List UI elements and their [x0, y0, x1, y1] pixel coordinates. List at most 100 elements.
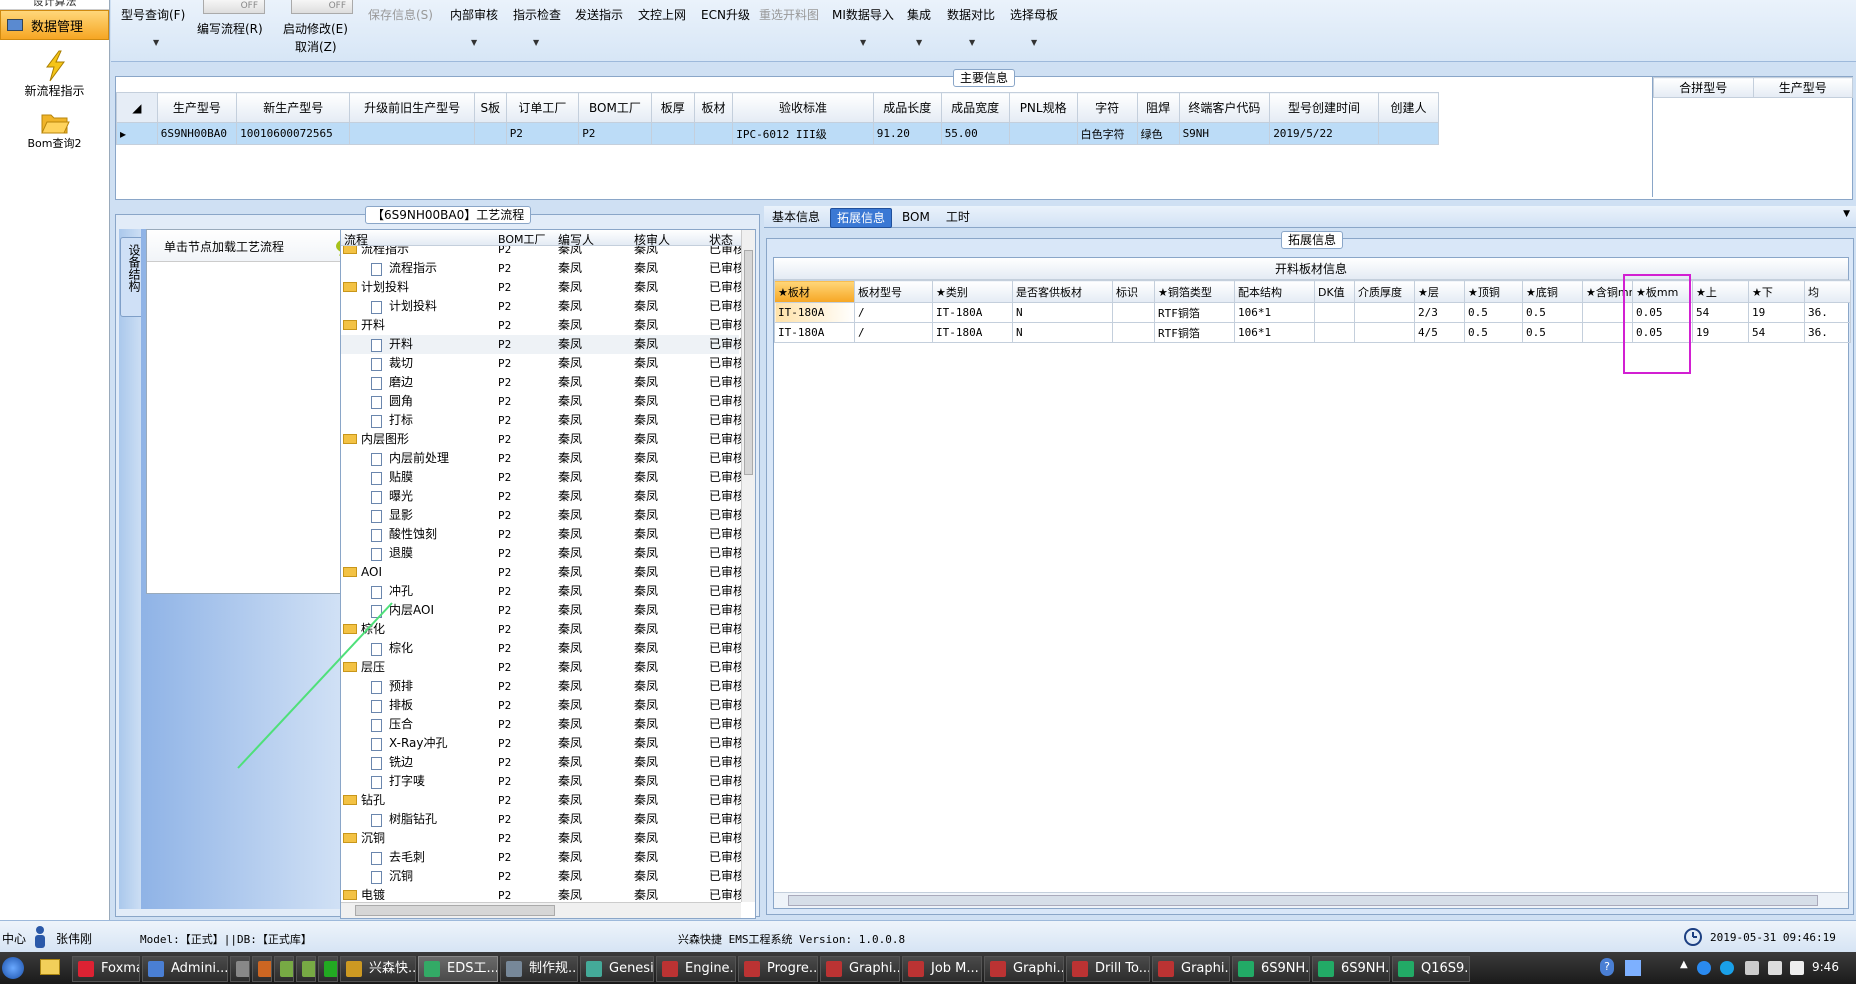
taskbar-item[interactable]: Q16S9... — [1392, 956, 1470, 982]
main-info-cell[interactable]: IPC-6012 III级 — [732, 122, 874, 145]
main-info-col-header[interactable]: BOM工厂 — [578, 92, 652, 123]
main-info-col-header[interactable]: 板材 — [693, 92, 734, 123]
main-info-cell[interactable]: 白色字符 — [1076, 122, 1138, 145]
ext-cell[interactable]: IT-180A — [932, 302, 1013, 323]
ecn-upgrade-button[interactable]: ECN升级 — [701, 6, 750, 23]
tree-vscrollbar[interactable] — [741, 230, 755, 902]
chevron-down-icon[interactable]: ▼ — [1843, 209, 1850, 219]
main-info-cell[interactable]: 6S9NH00BA0 — [156, 122, 238, 145]
main-info-col-header[interactable]: 新生产型号 — [236, 92, 351, 123]
main-info-cell[interactable] — [1377, 122, 1440, 145]
tree-row[interactable]: 计划投料 P2 秦凤 秦凤 已审核 — [341, 278, 741, 297]
model-query-button[interactable]: 型号查询(F) — [121, 6, 185, 23]
ext-cell[interactable]: 0.5 — [1522, 322, 1583, 343]
help-icon[interactable]: ? — [1600, 958, 1614, 976]
tree-row[interactable]: 冲孔 P2 秦凤 秦凤 已审核 — [341, 582, 741, 601]
tree-row[interactable]: 贴膜 P2 秦凤 秦凤 已审核 — [341, 468, 741, 487]
ext-cell[interactable]: 0.5 — [1464, 302, 1523, 323]
chevron-down-icon[interactable]: ▼ — [471, 38, 477, 47]
tree-row[interactable]: 去毛刺 P2 秦凤 秦凤 已审核 — [341, 848, 741, 867]
ext-cell[interactable] — [1354, 302, 1415, 323]
taskbar-item[interactable] — [230, 956, 250, 982]
ext-cell[interactable] — [1112, 322, 1155, 343]
tree-row[interactable]: AOI P2 秦凤 秦凤 已审核 — [341, 563, 741, 582]
ext-cell[interactable] — [1314, 322, 1355, 343]
ext-cell[interactable]: 106*1 — [1234, 322, 1315, 343]
internal-review-button[interactable]: 内部审核 — [450, 6, 498, 23]
chevron-down-icon[interactable]: ▼ — [1031, 38, 1037, 47]
tree-row[interactable]: 沉铜 P2 秦凤 秦凤 已审核 — [341, 829, 741, 848]
start-edit-toggle[interactable]: OFF — [291, 0, 353, 14]
ext-cell[interactable] — [1314, 302, 1355, 323]
tree-row[interactable]: 压合 P2 秦凤 秦凤 已审核 — [341, 715, 741, 734]
main-info-col-header[interactable]: 订单工厂 — [505, 92, 580, 123]
tree-row[interactable]: 钻孔 P2 秦凤 秦凤 已审核 — [341, 791, 741, 810]
main-info-cell[interactable] — [1008, 122, 1078, 145]
cancel-button[interactable]: 取消(Z) — [295, 38, 337, 55]
ext-col-header[interactable]: ★下 — [1748, 280, 1805, 303]
tree-vscroll-thumb[interactable] — [744, 250, 753, 475]
bom-query-button[interactable]: Bom查询2 — [0, 109, 109, 151]
ext-col-header[interactable]: ★类别 — [932, 280, 1013, 303]
ext-cell[interactable]: 0.5 — [1522, 302, 1583, 323]
ext-col-header[interactable]: ★顶铜 — [1464, 280, 1523, 303]
ext-col-header[interactable]: 标识 — [1112, 280, 1155, 303]
taskbar-item[interactable]: Graphi... — [1152, 956, 1230, 982]
select-master-button[interactable]: 选择母板 — [1010, 6, 1058, 23]
tree-row[interactable]: 退膜 P2 秦凤 秦凤 已审核 — [341, 544, 741, 563]
main-info-col-header[interactable]: S板 — [473, 92, 507, 123]
ext-cell[interactable]: IT-180A — [774, 322, 855, 343]
doc-upload-button[interactable]: 文控上网 — [638, 6, 686, 23]
chevron-down-icon[interactable]: ▼ — [860, 38, 866, 47]
new-flow-button[interactable]: 新流程指示 — [0, 50, 109, 99]
ext-cell[interactable]: 19 — [1692, 322, 1749, 343]
cloud-tray-icon[interactable] — [1720, 961, 1734, 975]
ext-col-header[interactable]: 均 — [1804, 280, 1851, 303]
ext-col-header[interactable]: ★板材 — [774, 280, 855, 303]
main-info-col-header[interactable]: 型号创建时间 — [1269, 92, 1379, 123]
ext-cell[interactable]: N — [1012, 322, 1113, 343]
tree-row[interactable]: 酸性蚀刻 P2 秦凤 秦凤 已审核 — [341, 525, 741, 544]
taskbar-item[interactable]: 制作规... — [500, 956, 578, 982]
main-info-cell[interactable]: 2019/5/22 — [1269, 122, 1379, 145]
main-info-cell[interactable] — [693, 122, 734, 145]
main-info-col-header[interactable]: 阻焊 — [1136, 92, 1180, 123]
ext-cell[interactable]: 4/5 — [1414, 322, 1465, 343]
tree-row[interactable]: 内层前处理 P2 秦凤 秦凤 已审核 — [341, 449, 741, 468]
ext-cell[interactable]: 106*1 — [1234, 302, 1315, 323]
ext-cell[interactable]: 0.5 — [1464, 322, 1523, 343]
tab-3[interactable]: 工时 — [940, 208, 976, 228]
taskbar-item[interactable] — [296, 956, 316, 982]
tree-row[interactable]: 裁切 P2 秦凤 秦凤 已审核 — [341, 354, 741, 373]
tree-hscroll-thumb[interactable] — [355, 905, 555, 916]
ext-col-header[interactable]: 是否客供板材 — [1012, 280, 1113, 303]
taskbar-item[interactable]: Drill To... — [1066, 956, 1150, 982]
ext-col-header[interactable]: 板材型号 — [854, 280, 933, 303]
taskbar-item[interactable]: Engine... — [656, 956, 736, 982]
edit-flow-button[interactable]: 编写流程(R) — [197, 20, 263, 37]
merged-col-header[interactable]: 合拼型号 — [1653, 77, 1754, 98]
taskbar-item[interactable]: Job M... — [902, 956, 982, 982]
ext-cell[interactable]: 54 — [1692, 302, 1749, 323]
main-info-col-header[interactable]: 成品宽度 — [940, 92, 1010, 123]
ext-col-header[interactable]: ★层 — [1414, 280, 1465, 303]
main-info-col-header[interactable]: 字符 — [1076, 92, 1138, 123]
main-info-cell[interactable] — [473, 122, 507, 145]
network-icon[interactable] — [1625, 960, 1641, 976]
tree-row[interactable]: 电镀 P2 秦凤 秦凤 已审核 — [341, 886, 741, 900]
main-info-cell[interactable]: S9NH — [1178, 122, 1271, 145]
monitor-tray-icon[interactable] — [1745, 961, 1759, 975]
tree-row[interactable]: 开料 P2 秦凤 秦凤 已审核 — [341, 335, 741, 354]
tree-row[interactable]: 棕化 P2 秦凤 秦凤 已审核 — [341, 620, 741, 639]
tree-row[interactable]: 圆角 P2 秦凤 秦凤 已审核 — [341, 392, 741, 411]
ext-cell[interactable]: 36. — [1804, 322, 1851, 343]
tree-row[interactable]: 棕化 P2 秦凤 秦凤 已审核 — [341, 639, 741, 658]
tree-row[interactable]: 打字唛 P2 秦凤 秦凤 已审核 — [341, 772, 741, 791]
ext-cell[interactable]: / — [854, 302, 933, 323]
taskbar-item[interactable] — [252, 956, 272, 982]
tree-row[interactable]: 计划投料 P2 秦凤 秦凤 已审核 — [341, 297, 741, 316]
send-instruction-button[interactable]: 发送指示 — [575, 6, 623, 23]
ext-cell[interactable]: N — [1012, 302, 1113, 323]
ext-col-header[interactable]: 介质厚度 — [1354, 280, 1415, 303]
start-edit-button[interactable]: 启动修改(E) — [283, 20, 348, 37]
